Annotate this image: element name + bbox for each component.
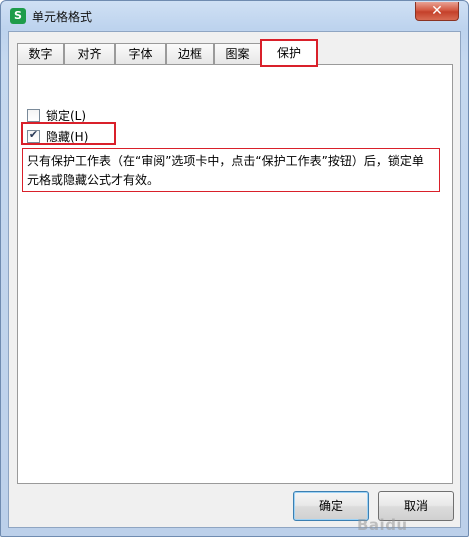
protection-panel: 锁定(L) ✔ 隐藏(H) 只有保护工作表（在“审阅”选项卡中，点击“保护工作表… (17, 64, 453, 484)
tab-number[interactable]: 数字 (17, 43, 64, 64)
tab-font[interactable]: 字体 (115, 43, 166, 64)
close-button[interactable]: ✕ (415, 2, 459, 21)
close-icon: ✕ (431, 3, 443, 19)
lock-checkbox[interactable] (27, 109, 40, 122)
dialog-title: 单元格格式 (32, 10, 93, 24)
hide-label: 隐藏(H) (46, 130, 89, 144)
dialog-body: 数字 对齐 字体 边框 图案 保护 锁定(L) ✔ 隐藏(H) 只有保护工作表（… (8, 31, 461, 534)
wps-spreadsheet-icon: S (10, 8, 26, 24)
baidu-watermark: Baidu (357, 516, 408, 534)
tab-alignment[interactable]: 对齐 (64, 43, 115, 64)
hide-option[interactable]: ✔ 隐藏(H) (27, 128, 88, 145)
tab-protection[interactable]: 保护 (261, 39, 317, 66)
hide-checkbox[interactable]: ✔ (27, 128, 40, 143)
protection-description: 只有保护工作表（在“审阅”选项卡中，点击“保护工作表”按钮）后，锁定单元格或隐藏… (22, 148, 440, 192)
format-cells-dialog: S 单元格格式 ✕ 数字 对齐 字体 边框 图案 保护 锁定(L) ✔ 隐藏(H… (0, 0, 469, 537)
title-bar[interactable]: S 单元格格式 ✕ (1, 1, 468, 31)
checkmark-icon: ✔ (28, 128, 39, 141)
tab-border[interactable]: 边框 (166, 43, 214, 64)
tab-pattern[interactable]: 图案 (214, 43, 261, 64)
